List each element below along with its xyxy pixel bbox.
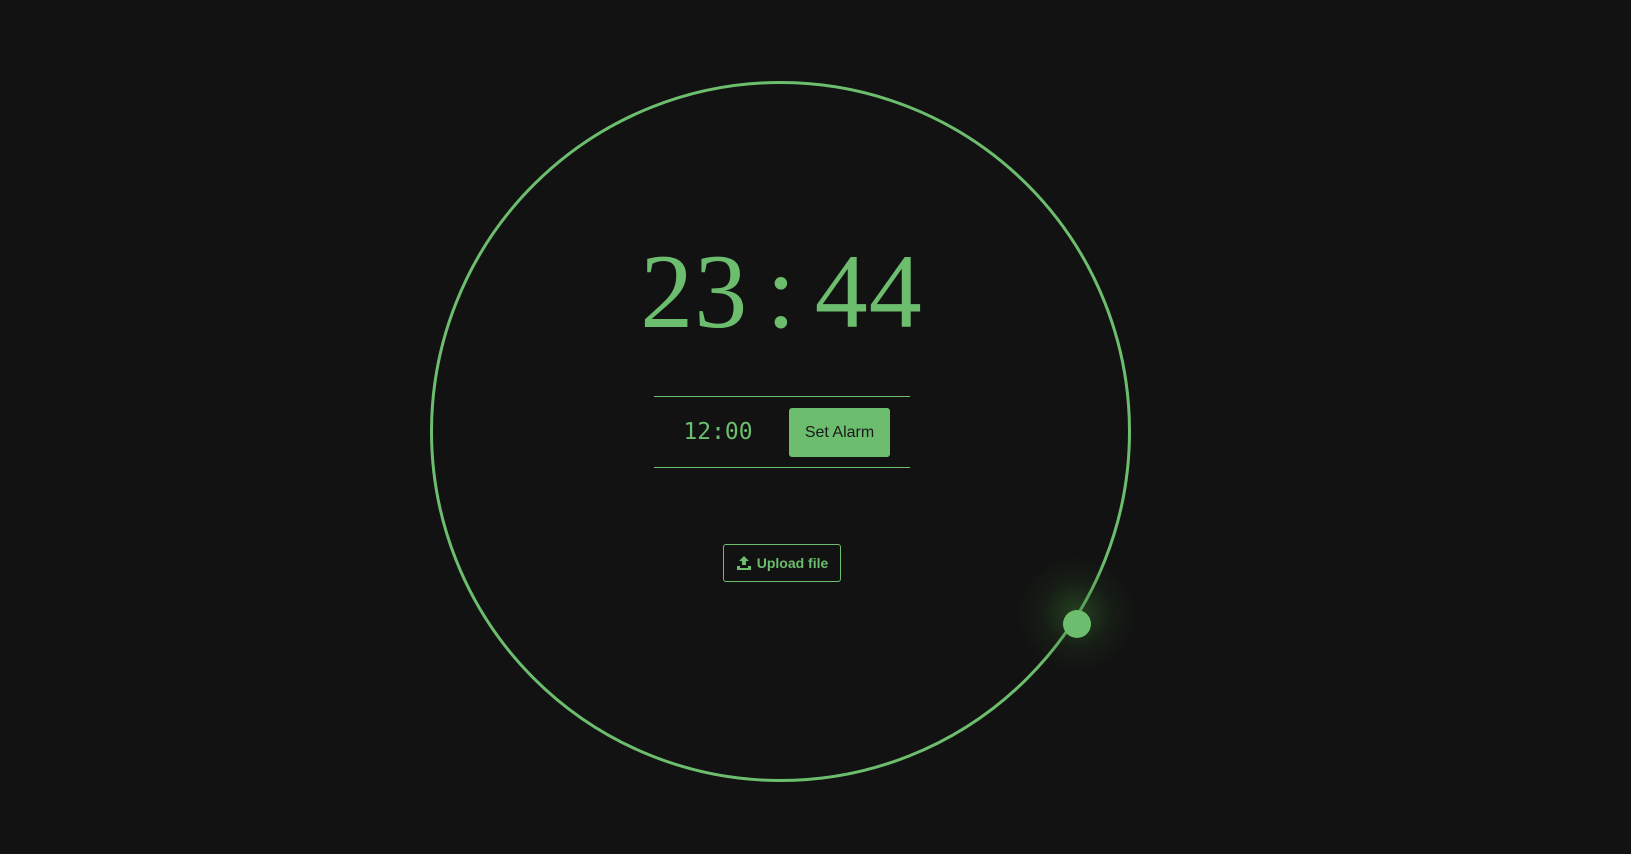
time-display: 23:44	[0, 232, 1563, 352]
time-hours: 23	[640, 233, 749, 350]
alarm-row: Set Alarm	[654, 396, 910, 468]
time-separator: :	[766, 233, 797, 350]
set-alarm-button[interactable]: Set Alarm	[789, 408, 890, 457]
ring-progress-knob[interactable]	[1063, 610, 1091, 638]
alarm-time-input[interactable]	[668, 414, 768, 450]
upload-icon	[736, 555, 752, 571]
time-minutes: 44	[814, 233, 923, 350]
upload-file-label: Upload file	[756, 555, 829, 571]
upload-file-button[interactable]: Upload file	[723, 544, 841, 582]
